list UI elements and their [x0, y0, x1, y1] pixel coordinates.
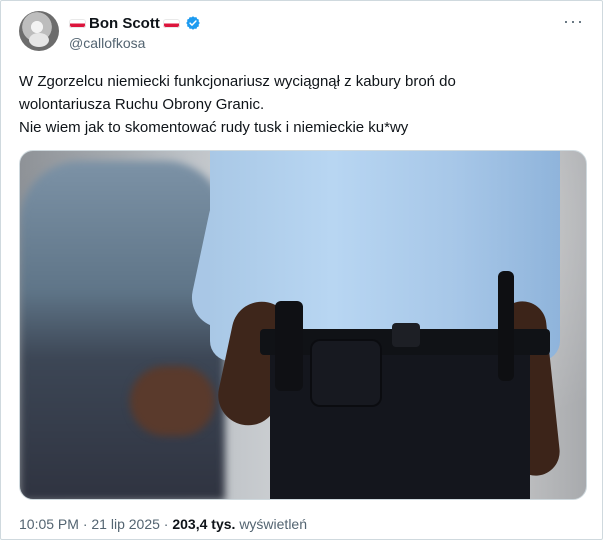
poland-flag-icon	[69, 18, 86, 28]
tweet-meta: 10:05 PM · 21 lip 2025 · 203,4 tys. wyśw…	[19, 516, 307, 532]
tweet-text-line: Nie wiem jak to skomentować rudy tusk i …	[19, 119, 409, 136]
tweet-text-line: wolontariusza Ruchu Obrony Granic.	[19, 96, 265, 113]
image-blurred-person	[20, 161, 225, 499]
views-label: wyświetleń	[239, 516, 308, 532]
author-name[interactable]: Bon Scott	[89, 15, 160, 32]
tweet-date[interactable]: 21 lip 2025	[91, 516, 160, 532]
tweet-image[interactable]	[19, 150, 587, 500]
tweet-time[interactable]: 10:05 PM	[19, 516, 79, 532]
avatar[interactable]	[19, 11, 59, 51]
author-name-row[interactable]: Bon Scott	[69, 13, 201, 33]
image-uniform-pants	[270, 341, 530, 499]
views-count: 203,4 tys.	[172, 516, 236, 532]
more-options-icon[interactable]: ···	[563, 11, 584, 32]
poland-flag-icon	[162, 18, 180, 28]
tweet-text: W Zgorzelcu niemiecki funkcjonariusz wyc…	[19, 70, 579, 139]
verified-badge-icon	[186, 16, 200, 30]
author-handle[interactable]: @callofkosa	[69, 35, 145, 51]
meta-separator: ·	[82, 516, 88, 532]
image-belt-buckle	[392, 323, 420, 347]
tweet-text-line: W Zgorzelcu niemiecki funkcjonariusz wyc…	[19, 73, 456, 90]
image-blurred-arm	[130, 366, 215, 436]
image-holster	[275, 301, 303, 391]
image-baton	[498, 271, 514, 381]
meta-separator: ·	[163, 516, 169, 532]
image-belt-pouch	[310, 339, 382, 407]
tweet-card: Bon Scott @callofkosa ··· W Zgorzelcu ni…	[0, 0, 603, 540]
